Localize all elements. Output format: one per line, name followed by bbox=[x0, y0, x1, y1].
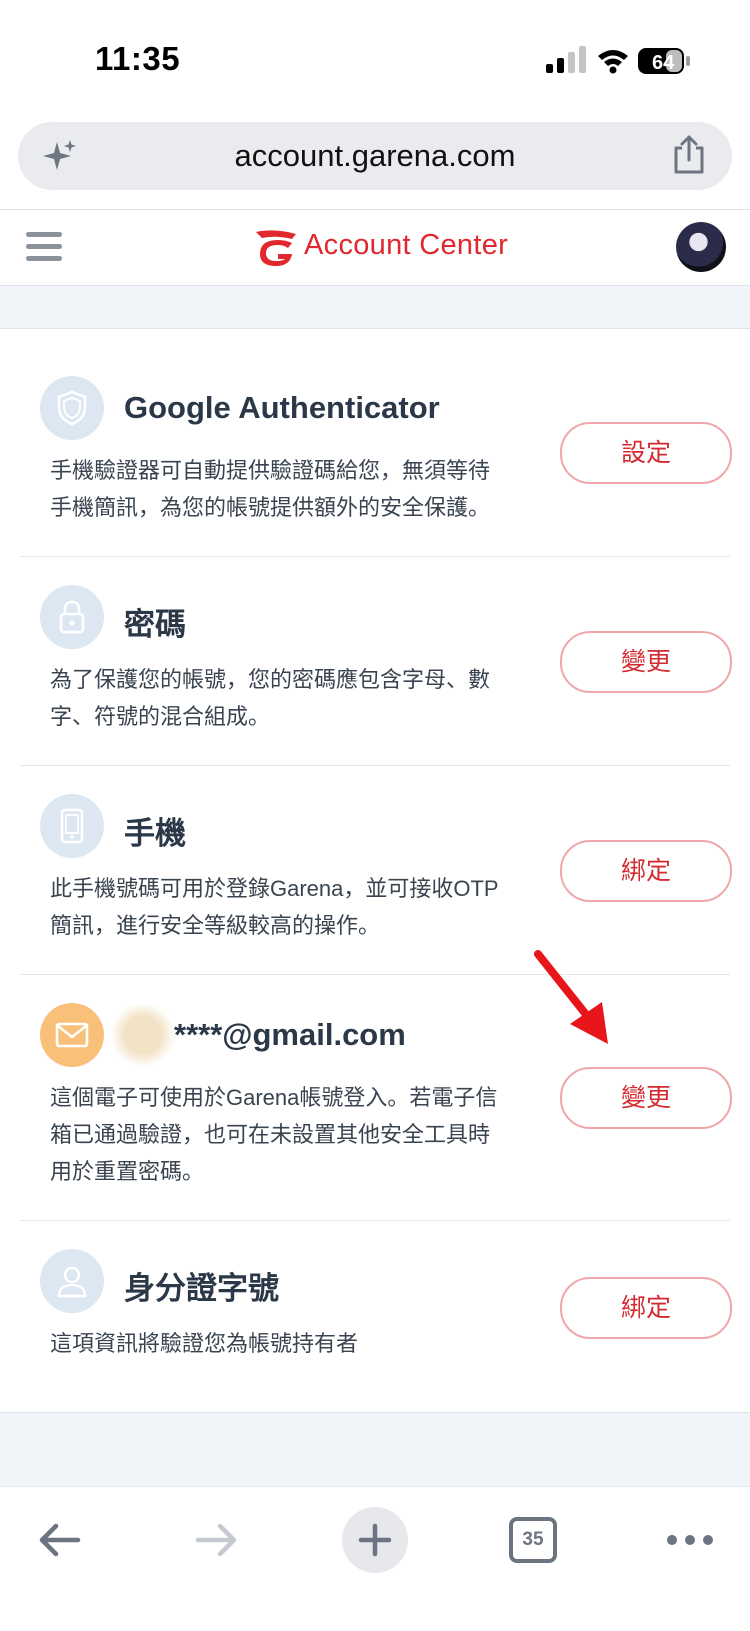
tabs-button[interactable]: 35 bbox=[498, 1505, 568, 1575]
mail-icon bbox=[40, 1003, 104, 1067]
row-description: 為了保護您的帳號，您的密碼應包含字母、數 字、符號的混合組成。 bbox=[50, 667, 491, 729]
row-description: 此手機號碼可用於登錄Garena，並可接收OTP 簡訊，進行安全等級較高的操作。 bbox=[50, 876, 499, 938]
status-icons: 64 bbox=[546, 46, 690, 74]
row-title: 密碼 bbox=[124, 607, 186, 642]
shield-icon bbox=[40, 376, 104, 440]
garena-logo-icon bbox=[256, 230, 296, 266]
security-row-id-number: 身分證字號 這項資訊將驗證您為帳號持有者 綁定 bbox=[20, 1221, 732, 1411]
plus-icon[interactable] bbox=[342, 1507, 408, 1573]
share-icon[interactable] bbox=[670, 134, 708, 176]
row-title: ****@gmail.com bbox=[174, 1017, 406, 1052]
page-footer-band bbox=[0, 1412, 750, 1487]
email-change-button[interactable]: 變更 bbox=[560, 1067, 732, 1129]
phone-icon bbox=[40, 794, 104, 858]
phone-bind-button[interactable]: 綁定 bbox=[560, 840, 732, 902]
header-band bbox=[0, 285, 750, 329]
new-tab-button[interactable] bbox=[340, 1505, 410, 1575]
red-arrow-annotation bbox=[534, 950, 608, 1044]
tab-count[interactable]: 35 bbox=[509, 1517, 557, 1563]
row-title: 身分證字號 bbox=[124, 1271, 279, 1306]
wifi-icon bbox=[598, 50, 628, 74]
back-arrow-icon[interactable] bbox=[24, 1505, 94, 1575]
more-options-icon[interactable] bbox=[650, 1505, 730, 1575]
row-description: 這項資訊將驗證您為帳號持有者 bbox=[50, 1331, 359, 1356]
forward-arrow-icon[interactable] bbox=[182, 1505, 252, 1575]
browser-toolbar: 35 bbox=[0, 1486, 750, 1631]
url-text[interactable]: account.garena.com bbox=[18, 122, 732, 190]
row-title: Google Authenticator bbox=[124, 390, 440, 425]
security-row-password: 密碼 為了保護您的帳號，您的密碼應包含字母、數 字、符號的混合組成。 變更 bbox=[20, 557, 732, 766]
security-row-authenticator: Google Authenticator 手機驗證器可自動提供驗證碼給您，無須等… bbox=[20, 340, 732, 557]
row-description: 手機驗證器可自動提供驗證碼給您，無須等待 手機簡訊，為您的帳號提供額外的安全保護。 bbox=[50, 458, 491, 520]
password-change-button[interactable]: 變更 bbox=[560, 631, 732, 693]
blurred-overlay bbox=[108, 1005, 178, 1065]
status-time: 11:35 bbox=[95, 40, 181, 77]
id-bind-button[interactable]: 綁定 bbox=[560, 1277, 732, 1339]
address-bar[interactable]: account.garena.com bbox=[18, 122, 732, 190]
id-person-icon bbox=[40, 1249, 104, 1313]
authenticator-setup-button[interactable]: 設定 bbox=[560, 422, 732, 484]
header-divider bbox=[0, 209, 750, 210]
avatar[interactable] bbox=[676, 222, 726, 272]
signal-icon bbox=[546, 46, 586, 73]
battery-level: 64 bbox=[652, 52, 675, 74]
row-description: 這個電子可使用於Garena帳號登入。若電子信 箱已通過驗證，也可在未設置其他安全… bbox=[50, 1085, 498, 1184]
brand-title: Account Center bbox=[304, 229, 509, 261]
row-title: 手機 bbox=[124, 816, 186, 851]
lock-icon bbox=[40, 585, 104, 649]
menu-icon[interactable] bbox=[26, 232, 62, 262]
security-row-phone: 手機 此手機號碼可用於登錄Garena，並可接收OTP 簡訊，進行安全等級較高的操… bbox=[20, 766, 732, 975]
